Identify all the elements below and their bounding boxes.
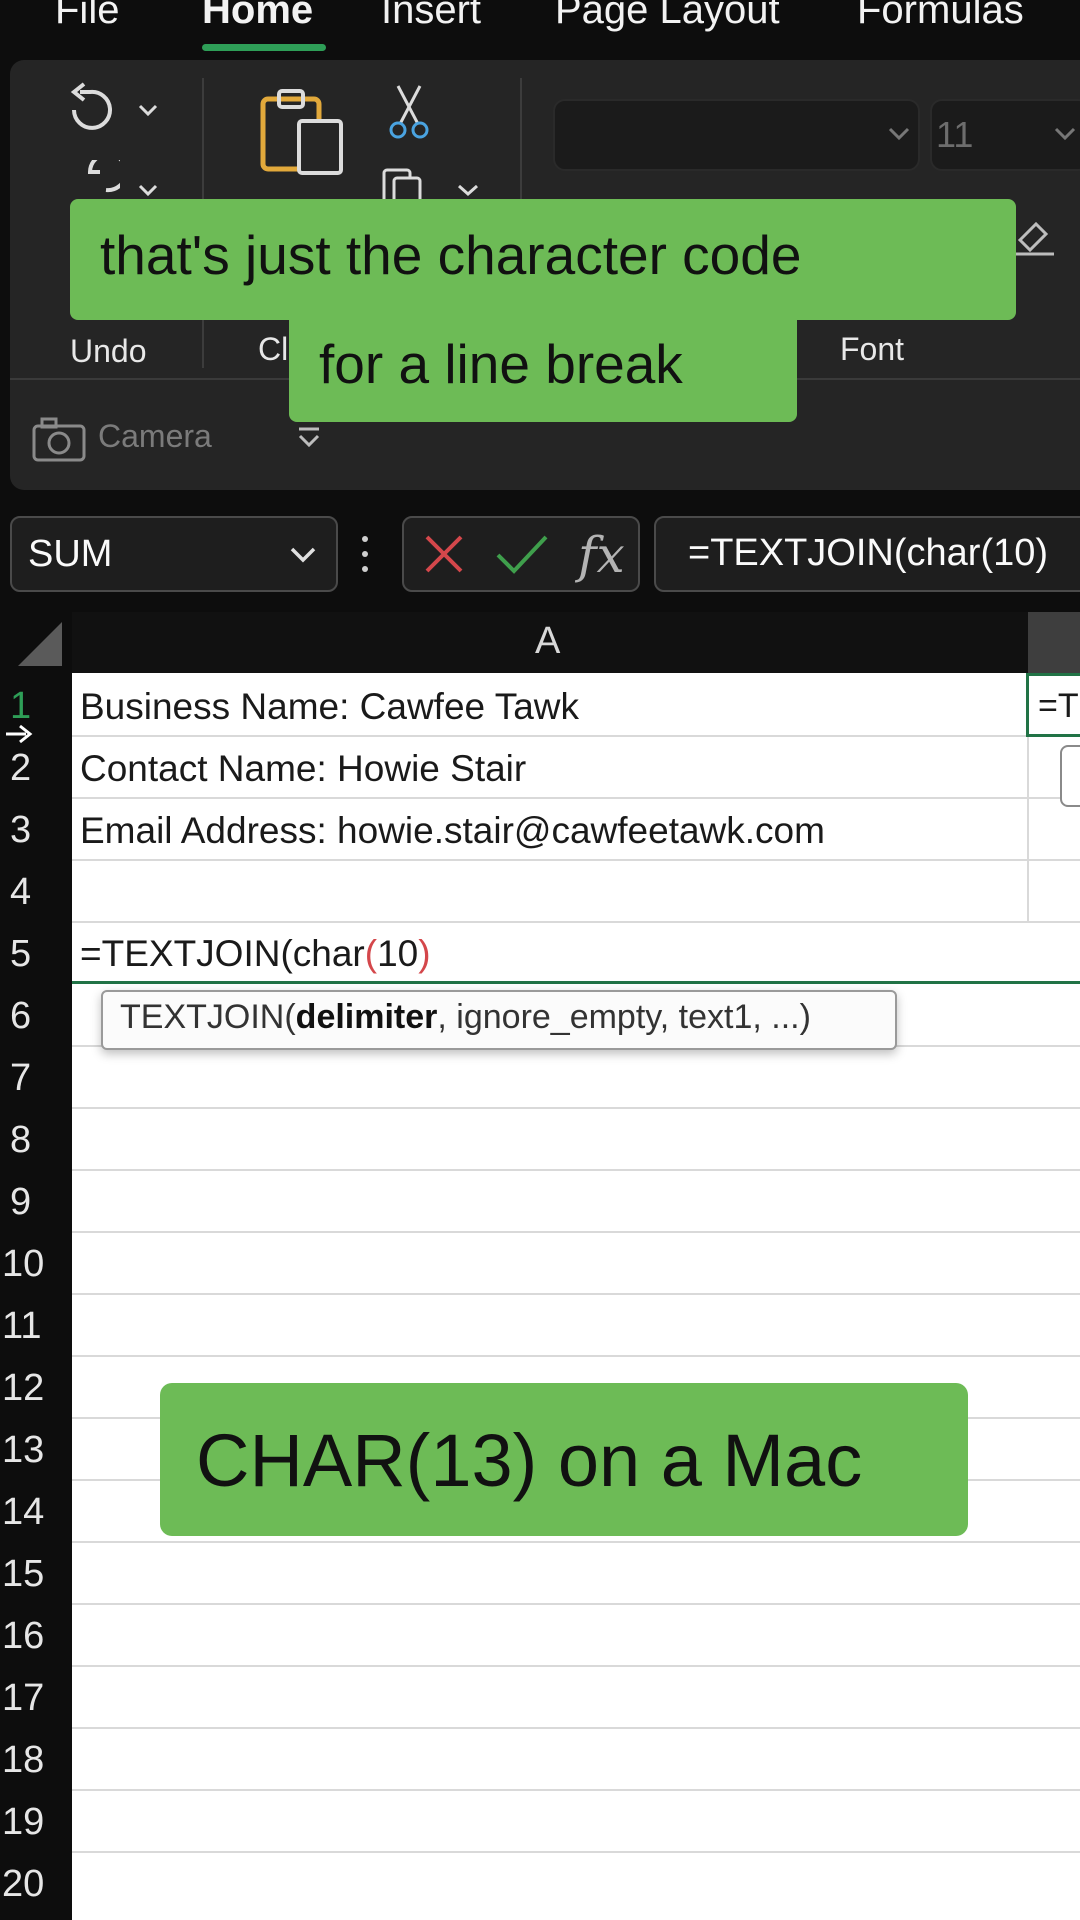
caption-mac-tip: CHAR(13) on a Mac: [160, 1383, 968, 1536]
row-header-18[interactable]: 18: [0, 1739, 72, 1782]
cell-a5-editing[interactable]: =TEXTJOIN(char(10): [80, 933, 431, 975]
name-box-chevron-icon[interactable]: [288, 544, 318, 566]
select-all-button[interactable]: [0, 612, 72, 673]
row-divider: [72, 1727, 1080, 1729]
font-family-dropdown[interactable]: [553, 99, 920, 171]
formula-input-value: =TEXTJOIN(char(10): [688, 532, 1049, 574]
row-header-2[interactable]: 2: [0, 747, 72, 790]
cell-a5-close-paren: ): [418, 933, 431, 974]
copy-dropdown-chevron-icon[interactable]: [455, 182, 481, 200]
name-box-value: SUM: [28, 533, 113, 575]
row-header-14[interactable]: 14: [0, 1491, 72, 1534]
group-label-undo: Undo: [70, 333, 147, 369]
row-header-17[interactable]: 17: [0, 1677, 72, 1720]
active-tab-indicator: [202, 44, 326, 51]
group-label-font: Font: [840, 331, 905, 367]
camera-icon[interactable]: [30, 414, 88, 464]
row-resize-cursor-icon: [6, 724, 33, 744]
tab-home[interactable]: Home: [202, 0, 313, 33]
font-family-chevron-icon[interactable]: [886, 124, 912, 144]
tooltip-function-name: TEXTJOIN(: [120, 998, 296, 1036]
row-header-15[interactable]: 15: [0, 1553, 72, 1596]
caption-line-2: for a line break: [289, 318, 797, 422]
row-header-3[interactable]: 3: [0, 809, 72, 852]
row-header-12[interactable]: 12: [0, 1367, 72, 1410]
redo-dropdown-chevron-icon[interactable]: [136, 182, 160, 200]
row-header-9[interactable]: 9: [0, 1181, 72, 1224]
insert-function-icon[interactable]: fx: [578, 526, 625, 584]
row-header-19[interactable]: 19: [0, 1801, 72, 1844]
customize-toolbar-icon[interactable]: [295, 424, 323, 452]
cell-b2-tooltip-edge: [1060, 745, 1080, 807]
undo-dropdown-chevron-icon[interactable]: [136, 100, 160, 120]
row-header-11[interactable]: 11: [0, 1305, 72, 1348]
tab-file[interactable]: File: [55, 0, 119, 33]
column-header-a-label: A: [535, 620, 561, 662]
more-options-icon[interactable]: [362, 534, 368, 574]
row-header-6[interactable]: 6: [0, 995, 72, 1038]
cell-a5-argument: 10: [377, 933, 419, 974]
tooltip-current-arg[interactable]: delimiter: [296, 998, 438, 1036]
row-header-column: [0, 673, 72, 1920]
tooltip-remaining-args: , ignore_empty, text1, ...): [437, 998, 811, 1036]
tab-formulas[interactable]: Formulas: [857, 0, 1024, 33]
cut-icon[interactable]: [388, 82, 430, 140]
tab-page-layout[interactable]: Page Layout: [555, 0, 780, 33]
caption-line-1: that's just the character code: [70, 199, 1016, 320]
row-divider: [72, 1231, 1080, 1233]
row-divider: [72, 1107, 1080, 1109]
row-header-8[interactable]: 8: [0, 1119, 72, 1162]
column-header-b[interactable]: [1028, 612, 1080, 673]
row-header-5[interactable]: 5: [0, 933, 72, 976]
enter-check-icon[interactable]: [494, 533, 550, 575]
row-divider: [72, 1541, 1080, 1543]
row-header-4[interactable]: 4: [0, 871, 72, 914]
menu-bar: File Home Insert Page Layout Formulas: [0, 0, 1080, 55]
copy-icon[interactable]: [380, 166, 434, 202]
row-header-20[interactable]: 20: [0, 1863, 72, 1906]
row-header-10[interactable]: 10: [0, 1243, 72, 1286]
row-divider: [72, 1169, 1080, 1171]
row-divider: [72, 1355, 1080, 1357]
camera-label[interactable]: Camera: [98, 418, 212, 455]
row-header-13[interactable]: 13: [0, 1429, 72, 1472]
row-divider: [72, 735, 1080, 737]
cell-a2[interactable]: Contact Name: Howie Stair: [80, 748, 526, 790]
font-size-value: 11: [936, 114, 974, 155]
undo-icon[interactable]: [60, 80, 120, 140]
row-divider: [72, 1603, 1080, 1605]
row-divider: [72, 1789, 1080, 1791]
row-header-7[interactable]: 7: [0, 1057, 72, 1100]
group-label-clipboard: Cl: [258, 331, 289, 367]
row-header-16[interactable]: 16: [0, 1615, 72, 1658]
cancel-icon[interactable]: [423, 533, 465, 575]
font-size-chevron-icon[interactable]: [1052, 124, 1078, 144]
active-cell-border: [72, 981, 1080, 984]
cell-b1-value: =T: [1038, 687, 1079, 725]
row-divider: [72, 797, 1080, 799]
row-divider: [72, 859, 1080, 861]
cell-a3[interactable]: Email Address: howie.stair@cawfeetawk.co…: [80, 810, 825, 852]
row-divider: [72, 1665, 1080, 1667]
format-painter-icon[interactable]: [1010, 210, 1060, 260]
redo-icon[interactable]: [60, 160, 120, 200]
row-divider: [72, 1293, 1080, 1295]
function-arguments-text: TEXTJOIN(delimiter, ignore_empty, text1,…: [120, 998, 811, 1037]
cell-a1[interactable]: Business Name: Cawfee Tawk: [80, 686, 579, 728]
paste-icon[interactable]: [255, 85, 355, 185]
tab-insert[interactable]: Insert: [381, 0, 481, 33]
cell-a5-open-paren: (: [364, 933, 378, 974]
row-divider: [72, 921, 1080, 923]
cell-a5-formula-text: =TEXTJOIN(char: [80, 933, 365, 974]
row-divider: [72, 1851, 1080, 1853]
